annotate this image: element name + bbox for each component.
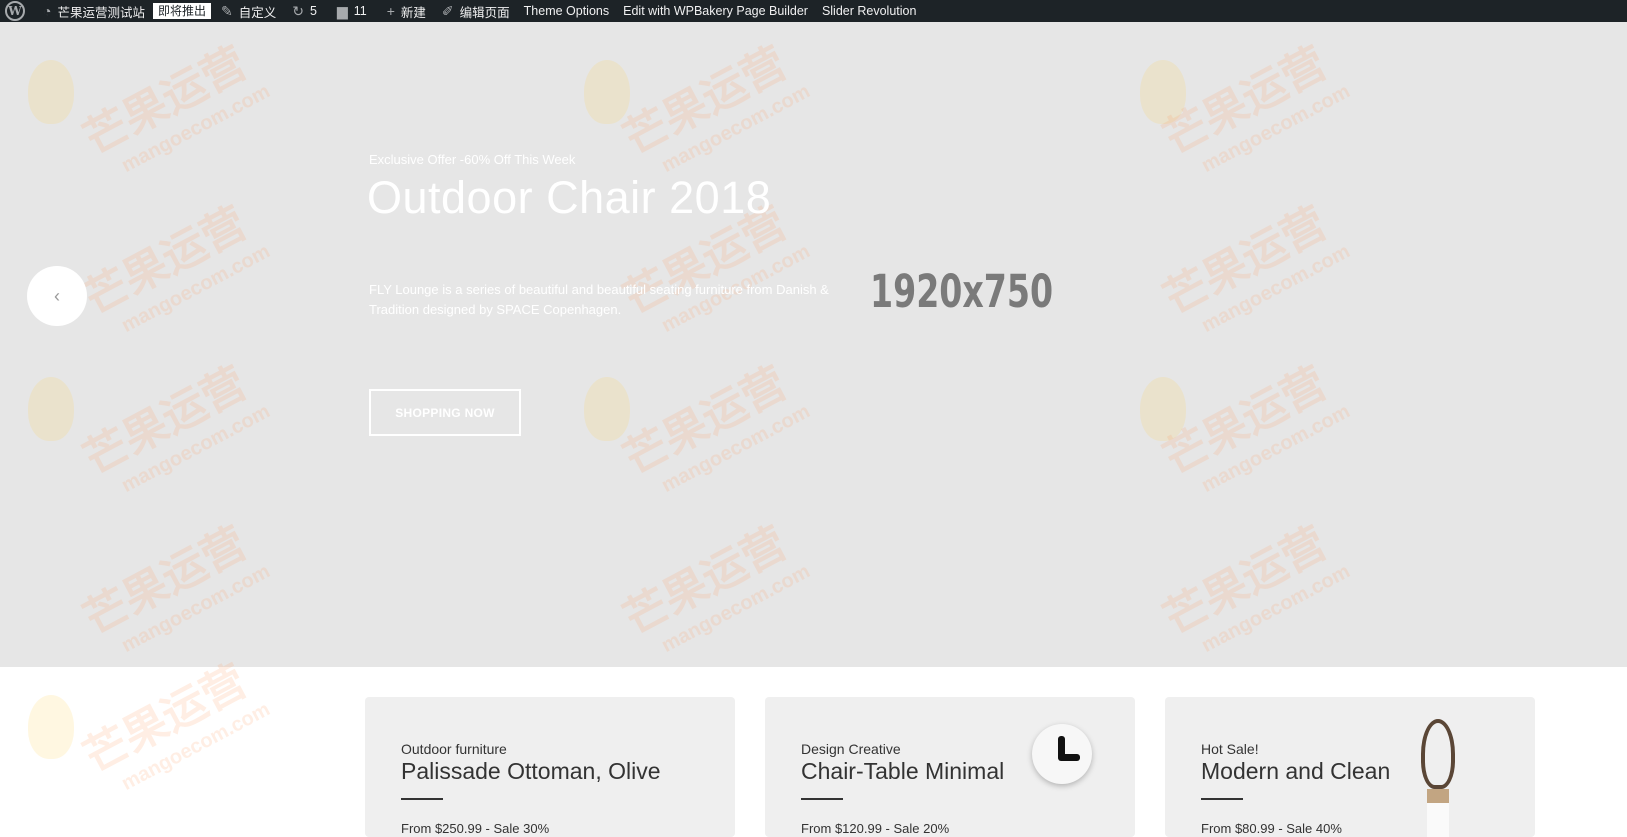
plus-icon: + [386,3,395,19]
product-card[interactable]: Outdoor furniture Palissade Ottoman, Oli… [365,697,735,837]
watermark: 芒果运营 mangoecom.com [76,198,274,337]
slider-prev-button[interactable]: ‹ [27,266,87,326]
wpbakery-link[interactable]: Edit with WPBakery Page Builder [623,0,808,22]
product-category: Design Creative [801,741,901,757]
watermark-pear-icon [1140,377,1186,441]
edit-page-label: 编辑页面 [459,5,510,20]
wordpress-icon: W [5,1,25,21]
comments-count: 11 [353,4,367,18]
new-content-link[interactable]: + 新建 [387,0,426,22]
divider [1201,798,1243,800]
wordpress-menu[interactable]: W [5,0,25,22]
theme-options-link[interactable]: Theme Options [524,0,609,22]
hero-slider: 芒果运营 mangoecom.com 芒果运营 mangoecom.com 芒果运营… [0,22,1627,667]
watermark: 芒果运营 mangoecom.com [76,358,274,497]
watermark: 芒果运营 mangoecom.com [1156,38,1354,177]
site-name: 芒果运营测试站 [57,5,145,20]
watermark: 芒果运营 mangoecom.com [1156,518,1354,657]
product-price: From $120.99 - Sale 20% [801,821,950,836]
divider [401,798,443,800]
watermark: 芒果运营 mangoecom.com [616,358,814,497]
edit-page-link[interactable]: ✐ 编辑页面 [442,0,510,22]
customize-label: 自定义 [238,5,277,20]
product-price: From $80.99 - Sale 40% [1201,821,1342,836]
lamp-body-image [1427,789,1449,837]
chevron-left-icon: ‹ [54,285,60,306]
watermark: 芒果运营 mangoecom.com [1156,198,1354,337]
new-label: 新建 [400,5,426,20]
product-category: Hot Sale! [1201,741,1259,757]
watermark: 芒果运营 mangoecom.com [76,518,274,657]
product-name[interactable]: Chair-Table Minimal [801,758,1004,785]
product-category: Outdoor furniture [401,741,507,757]
watermark: 芒果运营 mangoecom.com [1156,358,1354,497]
watermark-pear-icon [584,377,630,441]
watermark-pear-icon [28,60,74,124]
hero-subtitle: Exclusive Offer -60% Off This Week [369,152,576,167]
customize-link[interactable]: ✎ 自定义 [221,0,276,22]
product-card[interactable]: Design Creative Chair-Table Minimal From… [765,697,1135,837]
pencil-icon: ✐ [441,3,454,19]
comment-icon: ▆ [336,3,348,19]
site-name-link[interactable]: ◔ 芒果运营测试站 即将推出 [43,0,211,22]
updates-link[interactable]: ↻ 5 [292,0,317,22]
watermark-pear-icon [584,60,630,124]
shopping-now-button[interactable]: SHOPPING NOW [369,389,521,436]
watermark: 芒果运营 mangoecom.com [616,518,814,657]
watermark-pear-icon [28,377,74,441]
watermark: 芒果运营 mangoecom.com [616,38,814,177]
product-name[interactable]: Modern and Clean [1201,758,1390,785]
watermark-pear-icon [1140,60,1186,124]
hero-description: FLY Lounge is a series of beautiful and … [369,282,829,317]
launch-badge: 即将推出 [152,3,211,19]
comments-link[interactable]: ▆ 11 [337,0,367,22]
updates-count: 5 [309,4,317,18]
watermark-pear-icon [28,695,74,759]
image-placeholder-dimensions: 1920x750 [870,265,1054,318]
refresh-icon: ↻ [292,3,304,19]
product-name[interactable]: Palissade Ottoman, Olive [401,758,661,785]
rope-lamp-image [1421,719,1455,789]
clock-image [1032,724,1092,784]
watermark: 芒果运营 mangoecom.com [76,38,274,177]
hero-title: Outdoor Chair 2018 [367,172,772,223]
product-price: From $250.99 - Sale 30% [401,821,550,836]
product-card[interactable]: Hot Sale! Modern and Clean From $80.99 -… [1165,697,1535,837]
brush-icon: ✎ [221,3,233,19]
divider [801,798,843,800]
dashboard-icon: ◔ [43,3,52,19]
admin-bar: W ◔ 芒果运营测试站 即将推出 ✎ 自定义 ↻ 5 ▆ 11 + 新建 ✐ 编… [0,0,1627,22]
slider-revolution-link[interactable]: Slider Revolution [822,0,917,22]
